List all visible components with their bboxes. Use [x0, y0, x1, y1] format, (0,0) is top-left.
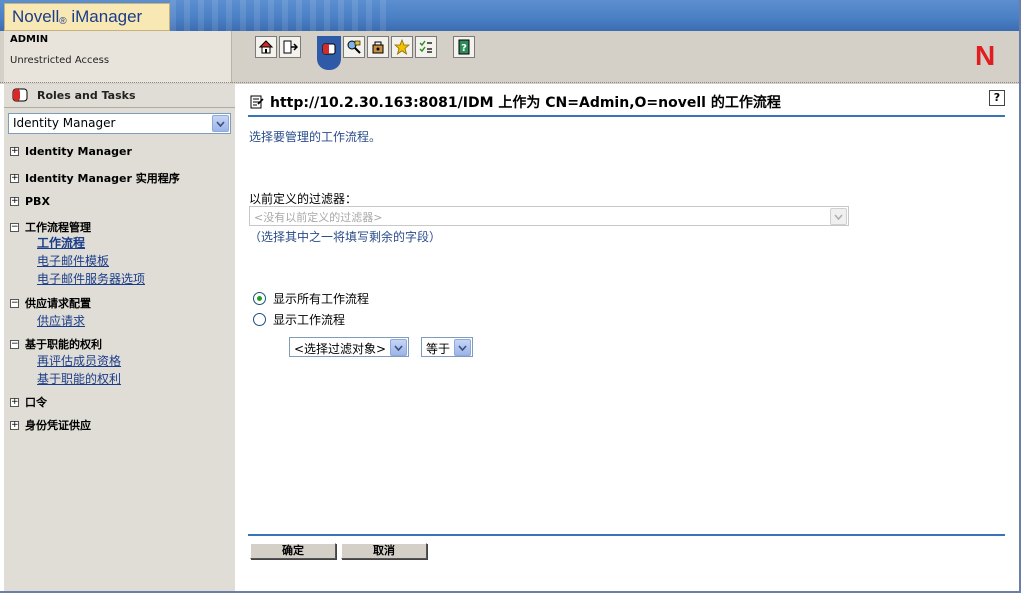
- favorites-icon: [394, 39, 410, 55]
- nav-category-identity-manager-utilities[interactable]: + Identity Manager 实用程序: [10, 170, 180, 186]
- favorites-button[interactable]: [391, 36, 413, 58]
- nav-link-provisioning-request[interactable]: 供应请求: [37, 312, 85, 329]
- view-objects-button[interactable]: [343, 36, 365, 58]
- collapse-icon: −: [10, 221, 19, 232]
- filter-label: 以前定义的过滤器：: [249, 192, 358, 206]
- nav-category-label: 基于职能的权利: [25, 338, 102, 351]
- role-select[interactable]: Identity Manager: [8, 113, 231, 134]
- instruction-text: 选择要管理的工作流程。: [249, 130, 382, 144]
- help-book-button[interactable]: ?: [453, 36, 475, 58]
- predefined-filter-value: <没有以前定义的过滤器>: [254, 211, 383, 224]
- nav-category-label: 供应请求配置: [25, 297, 91, 310]
- roles-tasks-header: Roles and Tasks: [4, 84, 235, 108]
- nav-link-email-server-options[interactable]: 电子邮件服务器选项: [37, 270, 145, 287]
- nav-category-role-based-entitlements[interactable]: − 基于职能的权利: [10, 336, 102, 352]
- roles-tasks-tab[interactable]: [317, 36, 341, 70]
- user-info: ADMIN Unrestricted Access: [4, 31, 232, 83]
- expand-icon: +: [10, 172, 19, 183]
- main-toolbar: ?: [255, 36, 475, 70]
- view-objects-icon: [347, 40, 361, 54]
- filter-operator-select[interactable]: 等于: [421, 337, 473, 357]
- roles-tasks-icon: [12, 88, 28, 102]
- page-title: http://10.2.30.163:8081/IDM 上作为 CN=Admin…: [250, 92, 781, 112]
- brand-registered-mark: ®: [59, 16, 67, 27]
- role-select-value: Identity Manager: [13, 116, 116, 130]
- novell-logo: N: [975, 40, 996, 71]
- nav-link-workflows[interactable]: 工作流程: [37, 234, 85, 251]
- nav-link-role-based-entitlements[interactable]: 基于职能的权利: [37, 370, 121, 387]
- nav-link-reevaluate-membership[interactable]: 再评估成员资格: [37, 352, 121, 369]
- main-content: http://10.2.30.163:8081/IDM 上作为 CN=Admin…: [235, 84, 1019, 591]
- workflow-task-icon: [250, 95, 264, 109]
- cancel-button[interactable]: 取消: [341, 543, 427, 559]
- chevron-down-icon: [830, 208, 847, 225]
- brand-logo: Novell® iManager: [4, 3, 170, 31]
- sidebar: Roles and Tasks Identity Manager + Identi…: [4, 84, 235, 591]
- title-divider: [248, 115, 1005, 117]
- nav-category-label: PBX: [25, 195, 50, 208]
- nav-category-label: Identity Manager 实用程序: [25, 172, 180, 185]
- radio-show-all-workflows[interactable]: 显示所有工作流程: [253, 290, 369, 307]
- radio-button[interactable]: [253, 313, 266, 326]
- filter-operator-value: 等于: [426, 342, 451, 356]
- filter-object-value: <选择过滤对象>: [294, 342, 387, 356]
- expand-icon: +: [10, 396, 19, 407]
- radio-show-all-label: 显示所有工作流程: [273, 292, 370, 306]
- chevron-down-icon: [212, 115, 229, 132]
- configure-button[interactable]: [367, 36, 389, 58]
- expand-icon: +: [10, 419, 19, 430]
- preferences-icon: [419, 40, 432, 53]
- help-book-icon: ?: [458, 39, 470, 55]
- nav-category-label: 口令: [25, 396, 47, 409]
- configure-icon: [372, 41, 384, 54]
- nav-category-provisioning-request-config[interactable]: − 供应请求配置: [10, 295, 91, 311]
- radio-show-filtered-label: 显示工作流程: [273, 313, 346, 327]
- page-title-text: http://10.2.30.163:8081/IDM 上作为 CN=Admin…: [270, 95, 781, 111]
- nav-category-workflow-admin[interactable]: − 工作流程管理: [10, 219, 91, 235]
- expand-icon: +: [10, 146, 19, 156]
- exit-button[interactable]: [279, 36, 301, 58]
- brand-product: iManager: [66, 7, 143, 26]
- collapse-icon: −: [10, 338, 19, 349]
- brand-name: Novell: [12, 7, 60, 26]
- svg-text:?: ?: [461, 43, 467, 54]
- expand-icon: +: [10, 196, 19, 206]
- ok-button[interactable]: 确定: [250, 543, 336, 559]
- user-name: ADMIN: [10, 34, 49, 45]
- home-button[interactable]: [255, 36, 277, 58]
- nav-category-passwords[interactable]: + 口令: [10, 394, 47, 410]
- nav-category-label: 工作流程管理: [25, 221, 91, 234]
- home-icon: [258, 40, 274, 54]
- help-button[interactable]: ?: [989, 90, 1005, 106]
- exit-icon: [283, 40, 298, 54]
- nav-link-email-templates[interactable]: 电子邮件模板: [37, 252, 109, 269]
- preferences-button[interactable]: [415, 36, 437, 58]
- roles-tasks-title: Roles and Tasks: [37, 89, 136, 102]
- nav-category-label: Identity Manager: [25, 145, 132, 158]
- user-access-level: Unrestricted Access: [10, 55, 110, 66]
- header: Novell® iManager ADMIN Unrestricted Acce…: [0, 0, 1019, 84]
- nav-category-credential-provisioning[interactable]: + 身份凭证供应: [10, 417, 91, 433]
- imanager-window: Novell® iManager ADMIN Unrestricted Acce…: [0, 0, 1021, 593]
- predefined-filter-select[interactable]: <没有以前定义的过滤器>: [249, 206, 849, 226]
- roles-tasks-icon: [322, 43, 336, 55]
- collapse-icon: −: [10, 297, 19, 308]
- chevron-down-icon: [454, 339, 471, 356]
- radio-button-selected[interactable]: [253, 292, 266, 305]
- radio-show-filtered-workflows[interactable]: 显示工作流程: [253, 311, 345, 328]
- chevron-down-icon: [390, 339, 407, 356]
- nav-category-identity-manager[interactable]: + Identity Manager: [10, 145, 132, 158]
- filter-hint: （选择其中之一将填写剩余的字段）: [249, 230, 442, 244]
- nav-category-label: 身份凭证供应: [25, 419, 91, 432]
- bottom-divider: [248, 534, 1005, 536]
- nav-category-pbx[interactable]: + PBX: [10, 195, 50, 208]
- filter-object-select[interactable]: <选择过滤对象>: [289, 337, 409, 357]
